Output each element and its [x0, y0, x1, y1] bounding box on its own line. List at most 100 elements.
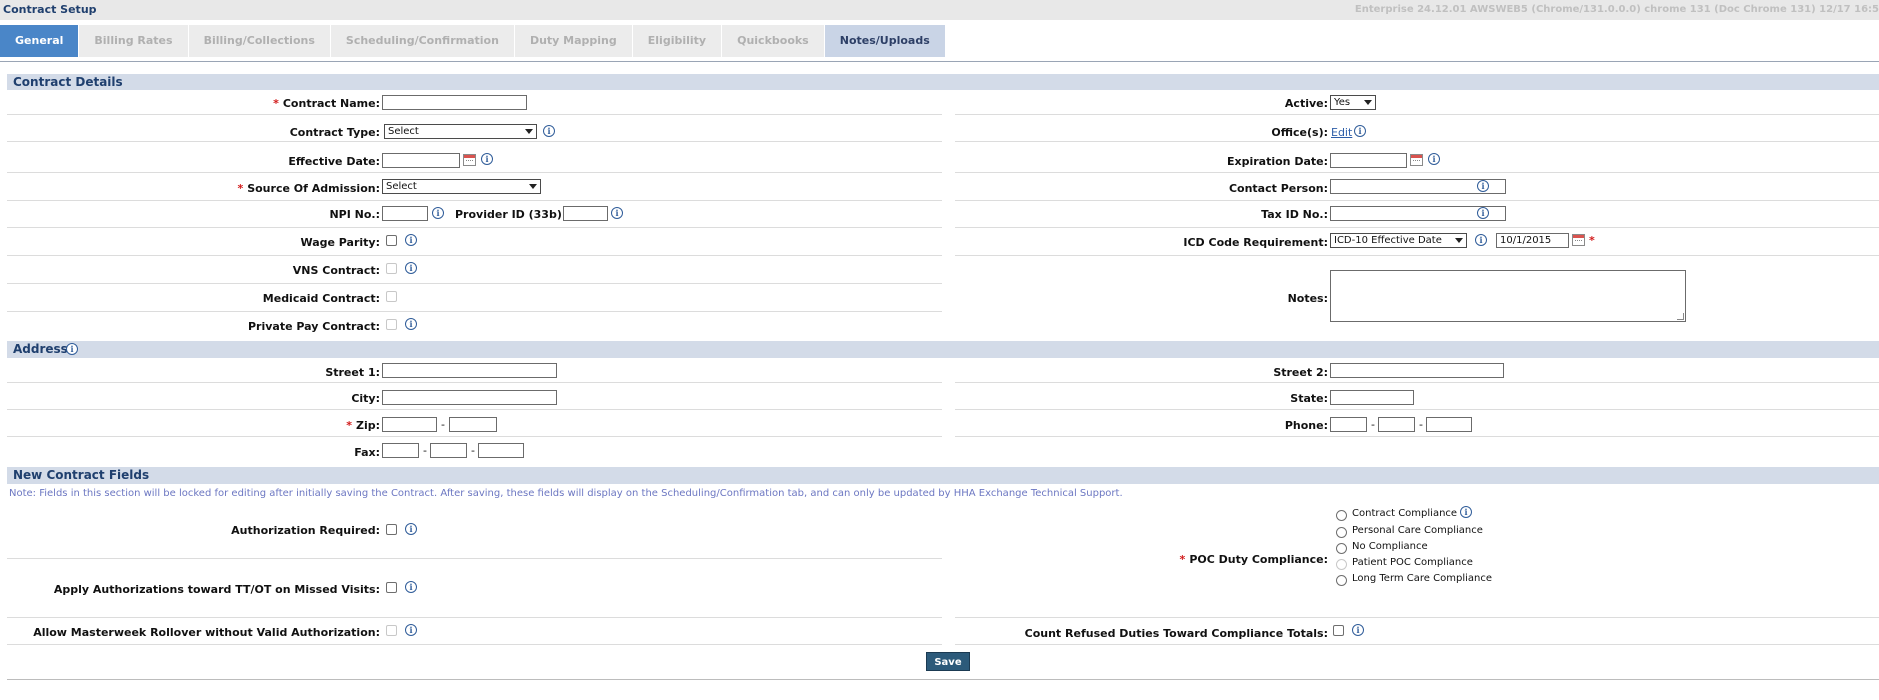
- info-icon[interactable]: i: [543, 125, 555, 137]
- info-icon[interactable]: i: [1352, 624, 1364, 636]
- info-icon[interactable]: i: [405, 523, 417, 535]
- tab-duty-mapping[interactable]: Duty Mapping: [514, 25, 632, 57]
- phone-prefix-input[interactable]: [1378, 417, 1415, 432]
- authorization-required-checkbox[interactable]: [386, 524, 397, 535]
- info-icon[interactable]: i: [405, 234, 417, 246]
- calendar-icon[interactable]: [1572, 234, 1585, 246]
- info-icon[interactable]: i: [405, 318, 417, 330]
- divider: [7, 409, 942, 410]
- save-button[interactable]: Save: [926, 652, 970, 671]
- divider: [7, 114, 942, 115]
- info-icon[interactable]: i: [1477, 207, 1489, 219]
- phone-area-input[interactable]: [1330, 417, 1367, 432]
- contract-name-input[interactable]: [382, 95, 527, 110]
- fax-line-input[interactable]: [478, 443, 524, 458]
- effective-date-input[interactable]: [382, 153, 460, 168]
- divider: [7, 558, 942, 559]
- provider-id-input[interactable]: [563, 206, 608, 221]
- tab-quickbooks[interactable]: Quickbooks: [722, 25, 824, 57]
- notes-textarea[interactable]: [1330, 270, 1686, 322]
- street1-input[interactable]: [382, 363, 557, 378]
- version-info: Enterprise 24.12.01 AWSWEB5 (Chrome/131.…: [1354, 4, 1879, 15]
- info-icon[interactable]: i: [432, 207, 444, 219]
- count-refused-checkbox[interactable]: [1333, 625, 1344, 636]
- info-icon[interactable]: i: [405, 624, 417, 636]
- npi-label: NPI No.:: [329, 208, 380, 221]
- divider: [7, 436, 942, 437]
- section-address: Address: [7, 341, 1879, 358]
- offices-edit-link[interactable]: Edit: [1331, 126, 1352, 139]
- vns-contract-checkbox[interactable]: [386, 263, 397, 274]
- section-contract-details: Contract Details: [7, 74, 1879, 90]
- tab-billing-rates[interactable]: Billing Rates: [79, 25, 188, 57]
- radio-patient-poc-compliance[interactable]: [1336, 559, 1347, 570]
- divider: [7, 255, 942, 256]
- source-of-admission-select[interactable]: Select: [382, 179, 541, 194]
- npi-input[interactable]: [382, 206, 428, 221]
- info-icon[interactable]: i: [66, 343, 78, 355]
- fax-area-input[interactable]: [382, 443, 419, 458]
- zip-ext-input[interactable]: [449, 417, 497, 432]
- separator: -: [423, 444, 427, 457]
- info-icon[interactable]: i: [1477, 180, 1489, 192]
- source-of-admission-label-text: Source Of Admission:: [247, 182, 380, 195]
- zip-label-text: Zip:: [355, 419, 380, 432]
- contact-person-label: Contact Person:: [1228, 182, 1328, 195]
- fax-prefix-input[interactable]: [430, 443, 467, 458]
- info-icon[interactable]: i: [611, 207, 623, 219]
- divider: [7, 382, 942, 383]
- calendar-icon[interactable]: [1410, 154, 1423, 166]
- chevron-down-icon: [529, 184, 537, 189]
- title-bar: Contract Setup Enterprise 24.12.01 AWSWE…: [0, 0, 1879, 20]
- street2-input[interactable]: [1330, 363, 1504, 378]
- required-mark: *: [346, 419, 352, 432]
- tab-general[interactable]: General: [0, 25, 79, 57]
- separator: -: [1419, 418, 1423, 431]
- info-icon[interactable]: i: [1428, 153, 1440, 165]
- medicaid-contract-checkbox[interactable]: [386, 291, 397, 302]
- section-new-contract-fields: New Contract Fields: [7, 467, 1879, 484]
- info-icon[interactable]: i: [1475, 234, 1487, 246]
- info-icon[interactable]: i: [405, 581, 417, 593]
- count-refused-label: Count Refused Duties Toward Compliance T…: [1024, 627, 1328, 640]
- radio-personal-care-compliance[interactable]: [1336, 527, 1347, 538]
- expiration-date-input[interactable]: [1330, 153, 1407, 168]
- divider: [955, 200, 1879, 201]
- icd-date-input[interactable]: 10/1/2015: [1496, 233, 1569, 248]
- radio-no-compliance[interactable]: [1336, 543, 1347, 554]
- info-icon[interactable]: i: [481, 153, 493, 165]
- zip-label: * Zip:: [346, 419, 380, 432]
- phone-line-input[interactable]: [1426, 417, 1472, 432]
- city-input[interactable]: [382, 390, 557, 405]
- icd-code-select[interactable]: ICD-10 Effective Date: [1330, 233, 1467, 248]
- info-icon[interactable]: i: [1460, 506, 1472, 518]
- separator: -: [471, 444, 475, 457]
- wage-parity-checkbox[interactable]: [386, 235, 397, 246]
- tab-notes-uploads[interactable]: Notes/Uploads: [824, 25, 945, 57]
- contract-name-label: * Contract Name:: [273, 97, 380, 110]
- info-icon[interactable]: i: [405, 262, 417, 274]
- info-icon[interactable]: i: [1354, 125, 1366, 137]
- allow-masterweek-checkbox[interactable]: [386, 625, 397, 636]
- radio-long-term-care-compliance[interactable]: [1336, 575, 1347, 586]
- tab-divider: [0, 61, 1879, 62]
- state-input[interactable]: [1330, 390, 1414, 405]
- tab-eligibility[interactable]: Eligibility: [632, 25, 722, 57]
- radio-contract-compliance[interactable]: [1336, 510, 1347, 521]
- divider: [955, 227, 1879, 228]
- poc-duty-compliance-label-text: POC Duty Compliance:: [1189, 553, 1328, 566]
- private-pay-contract-checkbox[interactable]: [386, 319, 397, 330]
- zip-input[interactable]: [382, 417, 437, 432]
- calendar-icon[interactable]: [463, 154, 476, 166]
- chevron-down-icon: [525, 129, 533, 134]
- divider: [7, 200, 942, 201]
- apply-authorizations-checkbox[interactable]: [386, 582, 397, 593]
- effective-date-label: Effective Date:: [288, 155, 380, 168]
- tab-scheduling-confirmation[interactable]: Scheduling/Confirmation: [330, 25, 514, 57]
- active-select[interactable]: Yes: [1330, 95, 1376, 110]
- street2-label: Street 2:: [1273, 366, 1328, 379]
- divider: [7, 679, 1879, 680]
- contract-type-select[interactable]: Select: [384, 124, 537, 139]
- divider: [955, 644, 1879, 645]
- tab-billing-collections[interactable]: Billing/Collections: [188, 25, 330, 57]
